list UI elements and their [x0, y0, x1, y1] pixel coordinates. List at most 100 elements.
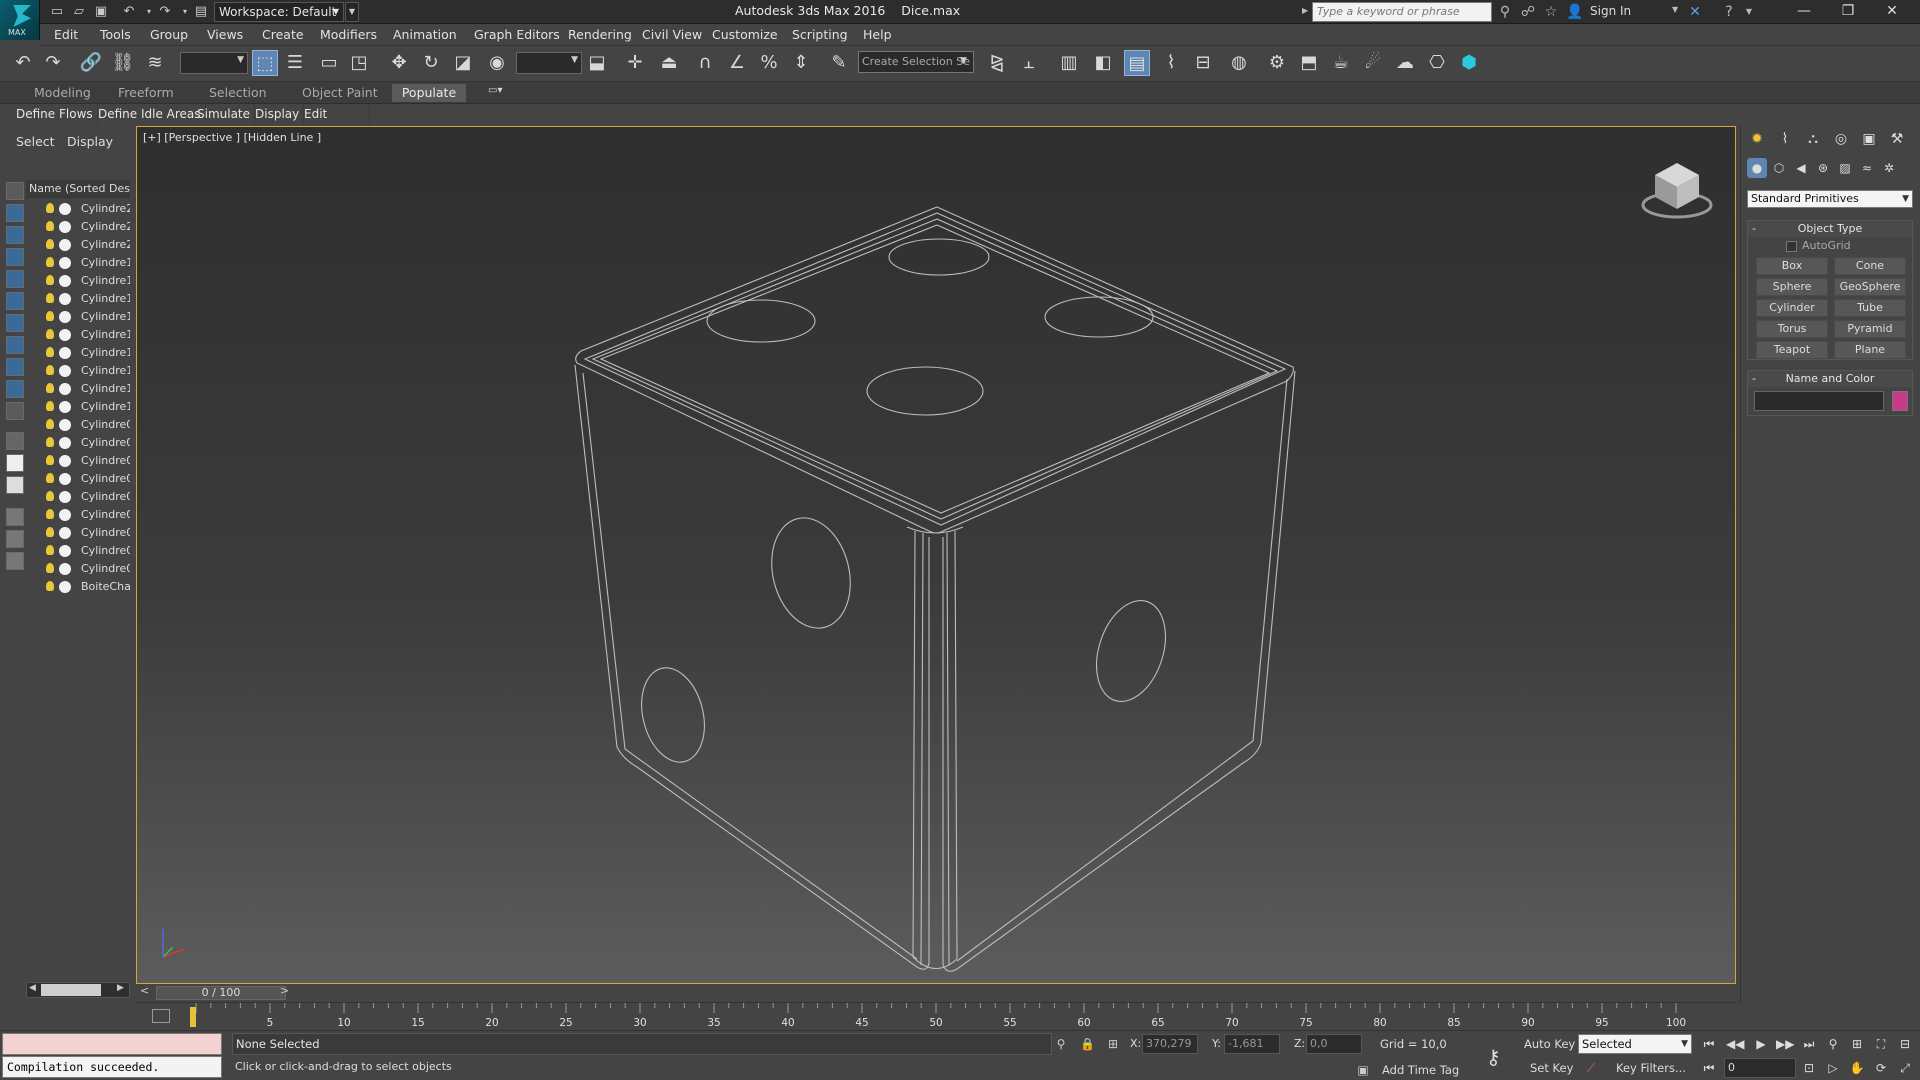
favorites-star-icon[interactable]: ☆ — [1542, 3, 1560, 21]
select-manipulate-icon[interactable]: ✛ — [622, 50, 648, 76]
list-item[interactable]: Cylindre03 — [26, 524, 130, 542]
list-item[interactable]: Cylindre11 — [26, 380, 130, 398]
keyboard-shortcut-override-icon[interactable]: ⏏ — [656, 50, 682, 76]
exchange-apps-icon[interactable]: ✕ — [1686, 3, 1704, 21]
motion-panel-tab-icon[interactable]: ◎ — [1829, 128, 1853, 150]
light-bulb-icon[interactable] — [46, 509, 54, 519]
display-shapes-icon[interactable] — [6, 226, 24, 244]
menu-civil-view[interactable]: Civil View — [642, 27, 702, 42]
maximize-viewport-icon[interactable]: ⤢ — [1896, 1059, 1914, 1077]
help-icon[interactable]: ? — [1720, 3, 1738, 21]
list-item[interactable]: Cylindre14 — [26, 326, 130, 344]
go-to-start-icon[interactable]: ⏮ — [1700, 1035, 1718, 1053]
display-cameras-icon[interactable] — [6, 270, 24, 288]
angle-snap-icon[interactable]: ∠ — [724, 50, 750, 76]
menu-customize[interactable]: Customize — [712, 27, 778, 42]
list-item[interactable]: Cylindre18 — [26, 272, 130, 290]
light-bulb-icon[interactable] — [46, 275, 54, 285]
isolate-selection-icon[interactable]: ⚲ — [1054, 1037, 1068, 1051]
list-item[interactable]: Cylindre04 — [26, 506, 130, 524]
new-file-icon[interactable]: ▭ — [48, 3, 66, 21]
scroll-left-icon[interactable]: ◀ — [29, 983, 36, 993]
autogrid-checkbox[interactable] — [1786, 241, 1797, 252]
display-space-warps-icon[interactable] — [6, 314, 24, 332]
display-xrefs-icon[interactable] — [6, 358, 24, 376]
mirror-icon[interactable]: ⧎ — [984, 50, 1010, 76]
a360-gallery-icon[interactable]: ⎔ — [1424, 50, 1450, 76]
key-filters-button[interactable]: Key Filters... — [1616, 1061, 1686, 1075]
visibility-icon[interactable] — [59, 257, 71, 269]
menu-group[interactable]: Group — [150, 27, 188, 42]
track-bar[interactable]: 5 10 15 20 25 30 35 40 45 50 55 60 65 70 75 80 85 90 95 100 — [136, 1002, 1736, 1030]
visibility-icon[interactable] — [59, 509, 71, 521]
redo-icon[interactable]: ↷ — [40, 50, 66, 76]
maxscript-listener-input[interactable] — [2, 1033, 222, 1055]
display-groups-icon[interactable] — [6, 336, 24, 354]
select-and-rotate-icon[interactable]: ↻ — [418, 50, 444, 76]
menu-graph-editors[interactable]: Graph Editors — [474, 27, 560, 42]
menu-animation[interactable]: Animation — [393, 27, 457, 42]
light-bulb-icon[interactable] — [46, 419, 54, 429]
systems-category-icon[interactable]: ✲ — [1879, 158, 1899, 178]
visibility-icon[interactable] — [59, 563, 71, 575]
light-bulb-icon[interactable] — [46, 293, 54, 303]
list-item[interactable]: Cylindre19 — [26, 254, 130, 272]
toggle-layer-explorer-icon[interactable]: ◧ — [1090, 50, 1116, 76]
visibility-icon[interactable] — [59, 311, 71, 323]
snaps-toggle-icon[interactable]: ∩ — [692, 50, 718, 76]
zoom-icon[interactable]: ⚲ — [1824, 1035, 1842, 1053]
y-coordinate-field[interactable]: -1,681 — [1224, 1034, 1280, 1054]
perspective-viewport[interactable]: [+] [Perspective ] [Hidden Line ] — [136, 126, 1736, 984]
scrollbar-thumb[interactable] — [41, 984, 101, 996]
select-all-icon[interactable] — [6, 432, 24, 450]
menu-rendering[interactable]: Rendering — [568, 27, 632, 42]
visibility-icon[interactable] — [59, 401, 71, 413]
visibility-icon[interactable] — [59, 383, 71, 395]
zoom-extents-icon[interactable]: ⛶ — [1872, 1035, 1890, 1053]
key-mode-toggle-icon[interactable]: ⏮ — [1700, 1059, 1718, 1077]
visibility-icon[interactable] — [59, 419, 71, 431]
time-slider-thumb[interactable]: 0 / 100 — [156, 986, 286, 1000]
search-input[interactable]: Type a keyword or phrase — [1312, 2, 1492, 22]
menu-create[interactable]: Create — [262, 27, 304, 42]
bind-to-space-warp-icon[interactable]: ≋ — [142, 50, 168, 76]
list-item[interactable]: Cylindre13 — [26, 344, 130, 362]
visibility-icon[interactable] — [59, 293, 71, 305]
previous-frame-icon[interactable]: ◀◀ — [1726, 1035, 1744, 1053]
list-item[interactable]: Cylindre07 — [26, 452, 130, 470]
hierarchy-panel-tab-icon[interactable]: ⛬ — [1801, 128, 1825, 150]
visibility-icon[interactable] — [59, 329, 71, 341]
display-bones-icon[interactable] — [6, 380, 24, 398]
binoculars-icon[interactable]: ⚲ — [1496, 3, 1514, 21]
display-panel-tab-icon[interactable]: ▣ — [1857, 128, 1881, 150]
visibility-icon[interactable] — [59, 203, 71, 215]
light-bulb-icon[interactable] — [46, 221, 54, 231]
list-item[interactable]: Cylindre12 — [26, 362, 130, 380]
time-slider-prev[interactable]: < — [140, 984, 149, 997]
selection-filter-dropdown[interactable]: ▼ — [180, 52, 248, 74]
toggle-scene-explorer-icon[interactable]: ▥ — [1056, 50, 1082, 76]
ribbon-tab-freeform[interactable]: Freeform — [118, 85, 174, 100]
time-configuration-icon[interactable]: ⊡ — [1800, 1059, 1818, 1077]
chevron-down-icon[interactable]: ▼ — [1740, 3, 1758, 21]
play-icon[interactable]: ▶ — [1752, 1035, 1770, 1053]
list-item[interactable]: Cylindre10 — [26, 398, 130, 416]
toggle-ribbon-icon[interactable]: ▤ — [1124, 50, 1150, 76]
list-item[interactable]: Cylindre02 — [26, 542, 130, 560]
display-helpers-icon[interactable] — [6, 292, 24, 310]
visibility-icon[interactable] — [59, 347, 71, 359]
spinner-snap-icon[interactable]: ⇕ — [788, 50, 814, 76]
column-header-name[interactable]: Name (Sorted Descending) — [26, 180, 130, 198]
save-file-icon[interactable]: ▣ — [92, 3, 110, 21]
plane-button[interactable]: Plane — [1834, 341, 1906, 359]
geometry-category-icon[interactable]: ● — [1747, 158, 1767, 178]
explorer-horizontal-scrollbar[interactable]: ◀ ▶ — [26, 982, 130, 998]
visibility-icon[interactable] — [59, 455, 71, 467]
light-bulb-icon[interactable] — [46, 563, 54, 573]
rendered-frame-window-icon[interactable]: ⬒ — [1296, 50, 1322, 76]
sphere-button[interactable]: Sphere — [1756, 278, 1828, 296]
menu-help[interactable]: Help — [863, 27, 892, 42]
visibility-icon[interactable] — [59, 545, 71, 557]
reference-coordinate-dropdown[interactable]: ▼ — [516, 52, 582, 74]
menu-views[interactable]: Views — [207, 27, 243, 42]
